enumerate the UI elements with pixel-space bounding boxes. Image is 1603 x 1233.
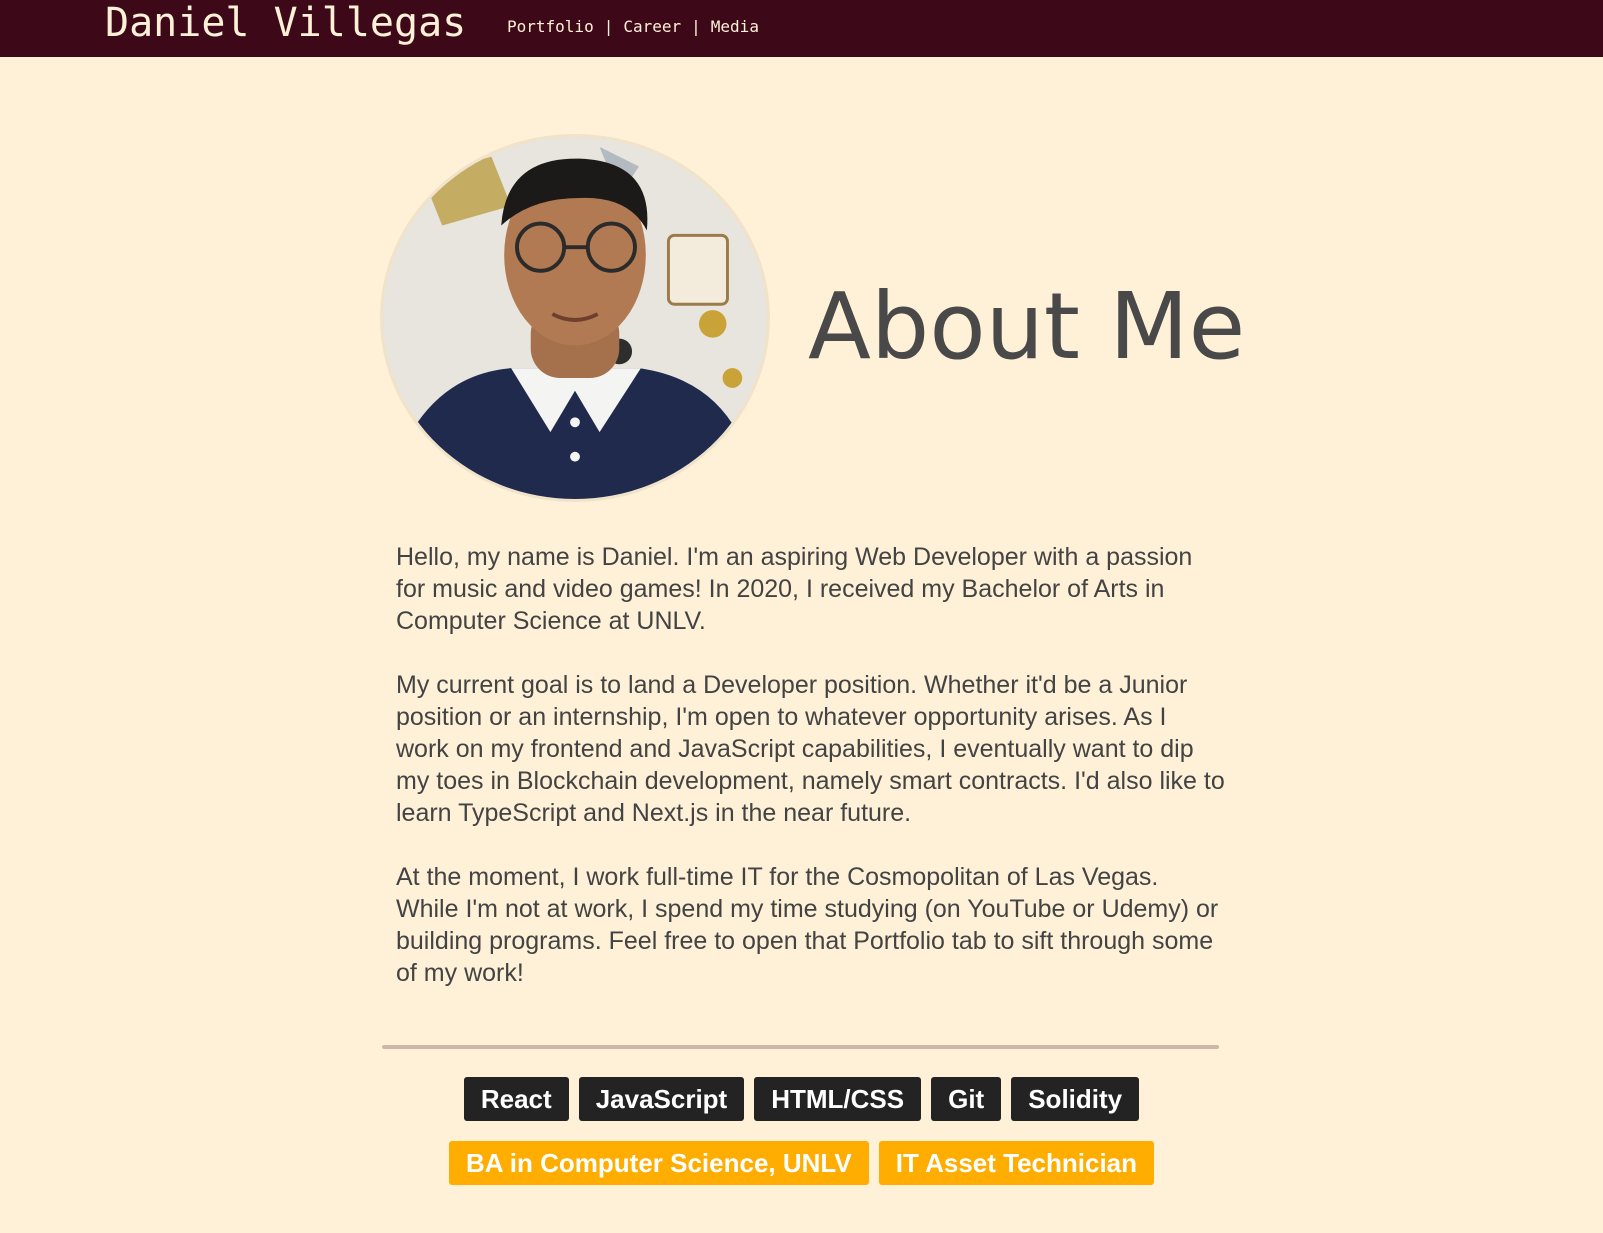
nav-link-media[interactable]: Media [711, 17, 759, 36]
nav-separator: | [691, 17, 701, 36]
nav-separator: | [603, 17, 614, 36]
brand-name-link[interactable]: Daniel Villegas [105, 0, 466, 46]
nav-link-portfolio[interactable]: Portfolio [507, 17, 594, 36]
page-title: About Me [808, 273, 1246, 380]
credential-tag-degree: BA in Computer Science, UNLV [448, 1141, 869, 1185]
bio-paragraph: Hello, my name is Daniel. I'm an aspirin… [396, 543, 1193, 635]
nav-link-career[interactable]: Career [623, 17, 681, 36]
profile-photo-avatar [380, 134, 770, 502]
skill-tags: React JavaScript HTML/CSS Git Solidity [0, 1077, 1603, 1121]
main-nav: Portfolio | Career | Media [507, 16, 759, 38]
skill-tag-react: React [463, 1077, 569, 1121]
skill-tag-git: Git [931, 1077, 1002, 1121]
top-navbar: Daniel Villegas Portfolio | Career | Media [0, 0, 1603, 57]
skill-tag-html-css: HTML/CSS [754, 1077, 922, 1121]
skill-tag-javascript: JavaScript [578, 1077, 745, 1121]
bio-text: Hello, my name is Daniel. I'm an aspirin… [396, 541, 1226, 1021]
profile-photo-icon [383, 137, 767, 499]
skill-tag-solidity: Solidity [1011, 1077, 1140, 1121]
bio-paragraph: My current goal is to land a Developer p… [396, 671, 1225, 827]
section-divider [382, 1045, 1219, 1049]
credential-tag-job: IT Asset Technician [878, 1141, 1155, 1185]
credential-tags: BA in Computer Science, UNLV IT Asset Te… [0, 1141, 1603, 1185]
bio-paragraph: At the moment, I work full-time IT for t… [396, 863, 1219, 987]
